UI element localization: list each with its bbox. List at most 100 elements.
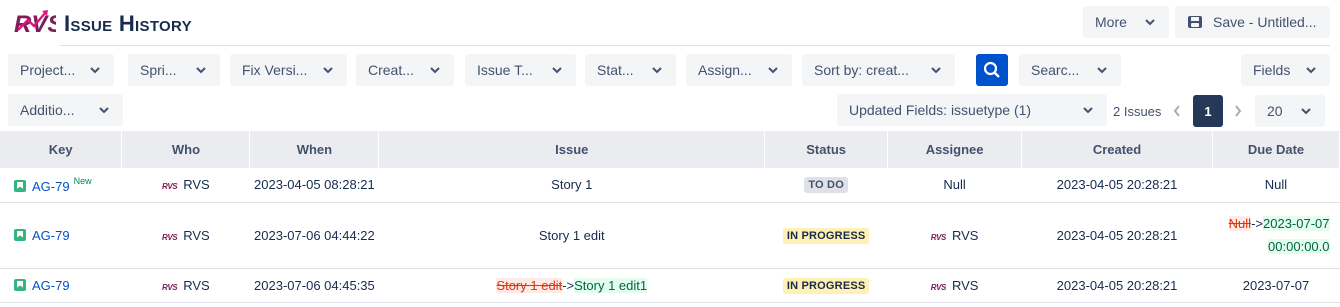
column-header-created[interactable]: Created bbox=[1021, 131, 1213, 168]
rvs-avatar-icon: RVS bbox=[930, 282, 947, 292]
when-cell: 2023-07-06 04:44:22 bbox=[249, 202, 379, 269]
table-row: AG-79 New RVS RVS 2023-04-05 08:28:21 Stor… bbox=[0, 168, 1340, 203]
status-filter-label: Stat... bbox=[597, 62, 634, 78]
chevron-down-icon bbox=[1081, 103, 1095, 117]
column-header-due-date[interactable]: Due Date bbox=[1212, 131, 1340, 168]
search-button[interactable] bbox=[976, 54, 1008, 86]
issue-key-link[interactable]: AG-79 bbox=[32, 179, 70, 194]
chevron-down-icon bbox=[650, 63, 664, 77]
issue-type-filter-label: Issue T... bbox=[477, 62, 533, 78]
column-header-assignee[interactable]: Assignee bbox=[887, 131, 1023, 168]
issue-key-link[interactable]: AG-79 bbox=[32, 228, 70, 243]
page-header: RVS Issue History More Save - Untitled..… bbox=[0, 0, 1340, 48]
who-name: RVS bbox=[183, 177, 210, 193]
page-size-dropdown[interactable]: 20 bbox=[1255, 95, 1325, 127]
save-button[interactable]: Save - Untitled... bbox=[1175, 6, 1330, 38]
column-header-key[interactable]: Key bbox=[0, 131, 123, 168]
key-cell: AG-79 bbox=[0, 202, 122, 269]
assignee-cell: RVS RVS bbox=[887, 268, 1022, 303]
issue-history-table: Key Who When Issue Status Assignee Creat… bbox=[0, 131, 1340, 303]
fields-dropdown[interactable]: Fields bbox=[1241, 54, 1330, 86]
who-cell: RVS RVS bbox=[121, 268, 250, 303]
due-old-value: Null bbox=[1228, 216, 1252, 231]
story-icon bbox=[14, 179, 26, 192]
page-title: Issue History bbox=[64, 11, 192, 36]
status-lozenge: TO DO bbox=[804, 177, 848, 194]
issue-old-value: Story 1 edit bbox=[496, 277, 563, 293]
chevron-down-icon bbox=[88, 63, 102, 77]
sprint-filter[interactable]: Spri... bbox=[128, 54, 220, 86]
more-button[interactable]: More bbox=[1083, 6, 1169, 38]
sort-label: Sort by: creat... bbox=[814, 62, 909, 78]
fix-version-filter[interactable]: Fix Versi... bbox=[230, 54, 347, 86]
next-page-button[interactable] bbox=[1231, 102, 1245, 120]
who-cell: RVS RVS bbox=[121, 202, 250, 269]
issue-type-filter[interactable]: Issue T... bbox=[465, 54, 576, 86]
table-row: AG-79 RVS RVS 2023-07-06 04:44:22 Story 1… bbox=[0, 202, 1340, 269]
status-cell: IN PROGRESS bbox=[764, 202, 888, 269]
story-icon bbox=[14, 278, 26, 291]
column-header-when[interactable]: When bbox=[249, 131, 380, 168]
fields-label: Fields bbox=[1253, 62, 1291, 78]
issue-count: 2 Issues bbox=[1113, 104, 1162, 119]
updated-fields-label: Updated Fields: issuetype (1) bbox=[849, 102, 1032, 118]
chevron-left-icon bbox=[1173, 105, 1180, 117]
assignee-filter-label: Assign... bbox=[698, 62, 752, 78]
due-new-time: 00:00:00.0 bbox=[1268, 239, 1330, 254]
column-header-who[interactable]: Who bbox=[121, 131, 251, 168]
current-page-button[interactable]: 1 bbox=[1193, 95, 1223, 127]
table-row: AG-79 RVS RVS 2023-07-06 04:45:35 Story 1… bbox=[0, 268, 1340, 303]
issue-cell: Story 1 edit bbox=[378, 202, 765, 269]
project-filter-label: Project... bbox=[20, 62, 76, 78]
chevron-down-icon bbox=[766, 63, 780, 77]
created-cell: 2023-04-05 20:28:21 bbox=[1021, 202, 1213, 269]
due-new-value: 2023-07-07 bbox=[1263, 216, 1330, 231]
assignee-cell: Null bbox=[887, 168, 1022, 203]
chevron-down-icon bbox=[97, 103, 111, 117]
chevron-down-icon bbox=[321, 63, 335, 77]
table-header-row: Key Who When Issue Status Assignee Creat… bbox=[0, 131, 1340, 168]
header-divider bbox=[60, 45, 1330, 46]
chevron-down-icon bbox=[929, 63, 943, 77]
status-cell: TO DO bbox=[764, 168, 888, 203]
created-filter-label: Creat... bbox=[368, 62, 414, 78]
created-filter[interactable]: Creat... bbox=[356, 54, 454, 86]
when-cell: 2023-07-06 04:45:35 bbox=[249, 268, 379, 303]
assignee-filter[interactable]: Assign... bbox=[686, 54, 792, 86]
project-filter[interactable]: Project... bbox=[8, 54, 114, 86]
additional-filter[interactable]: Additio... bbox=[8, 94, 123, 126]
status-lozenge: IN PROGRESS bbox=[782, 227, 870, 244]
who-cell: RVS RVS bbox=[121, 168, 250, 203]
when-cell: 2023-04-05 08:28:21 bbox=[249, 168, 379, 203]
prev-page-button[interactable] bbox=[1170, 102, 1184, 120]
search-filter-label: Searc... bbox=[1031, 62, 1080, 78]
chevron-down-icon bbox=[550, 63, 564, 77]
rvs-avatar-icon: RVS bbox=[161, 282, 178, 292]
chevron-down-icon bbox=[428, 63, 442, 77]
rvs-avatar-icon: RVS bbox=[161, 182, 178, 192]
created-cell: 2023-04-05 20:28:21 bbox=[1021, 268, 1213, 303]
search-icon bbox=[983, 61, 1000, 78]
due-date-cell: Null bbox=[1212, 168, 1340, 203]
search-filter[interactable]: Searc... bbox=[1019, 54, 1121, 86]
key-cell: AG-79 New bbox=[0, 168, 122, 203]
issue-new-value: Story 1 edit1 bbox=[574, 277, 648, 293]
due-date-cell: Null->2023-07-07 00:00:00.0 bbox=[1212, 202, 1340, 269]
chevron-down-icon bbox=[194, 63, 208, 77]
updated-fields-dropdown[interactable]: Updated Fields: issuetype (1) bbox=[837, 94, 1107, 126]
chevron-down-icon bbox=[1304, 63, 1318, 77]
issue-key-link[interactable]: AG-79 bbox=[32, 278, 70, 293]
status-lozenge: IN PROGRESS bbox=[782, 277, 870, 294]
issue-cell: Story 1 edit->Story 1 edit1 bbox=[378, 268, 765, 303]
status-filter[interactable]: Stat... bbox=[585, 54, 676, 86]
sort-dropdown[interactable]: Sort by: creat... bbox=[802, 54, 955, 86]
change-arrow: -> bbox=[562, 277, 575, 293]
new-tag: New bbox=[73, 175, 92, 186]
column-header-status[interactable]: Status bbox=[764, 131, 889, 168]
column-header-issue[interactable]: Issue bbox=[378, 131, 766, 168]
change-arrow: -> bbox=[1251, 216, 1263, 231]
assignee-name: RVS bbox=[951, 227, 979, 243]
created-cell: 2023-04-05 20:28:21 bbox=[1021, 168, 1213, 203]
issue-cell: Story 1 bbox=[378, 168, 765, 203]
additional-filter-label: Additio... bbox=[20, 102, 75, 118]
